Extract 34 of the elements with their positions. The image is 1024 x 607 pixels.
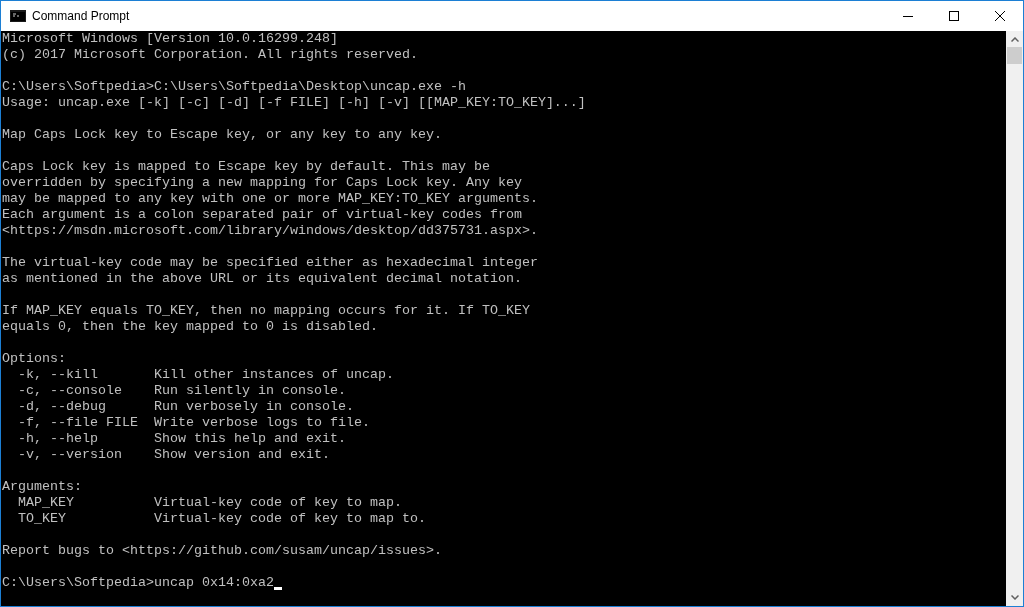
close-icon — [995, 11, 1005, 21]
console-line: Usage: uncap.exe [-k] [-c] [-d] [-f FILE] [-h] [-v] [[MAP_KEY:TO_KEY]...] — [2, 95, 586, 111]
console-line: Caps Lock key is mapped to Escape key by default. This may be — [2, 159, 490, 175]
command-prompt-line[interactable]: C:\Users\Softpedia>uncap 0x14:0xa2 — [2, 575, 274, 591]
console-line: -k, --kill Kill other instances of uncap. — [17, 367, 394, 383]
scrollbar[interactable] — [1006, 31, 1023, 606]
console-line: Microsoft Windows [Version 10.0.16299.248] — [2, 31, 338, 47]
maximize-icon — [949, 11, 959, 21]
minimize-icon — [903, 15, 913, 17]
console-line: overridden by specifying a new mapping for Caps Lock key. Any key — [2, 175, 522, 191]
console-line: If MAP_KEY equals TO_KEY, then no mapping occurs for it. If TO_KEY — [2, 303, 530, 319]
console-line: -f, --file FILE Write verbose logs to file. — [17, 415, 370, 431]
console-line: -v, --version Show version and exit. — [17, 447, 330, 463]
console-line: equals 0, then the key mapped to 0 is disabled. — [2, 319, 378, 335]
console-line: may be mapped to any key with one or more MAP_KEY:TO_KEY arguments. — [2, 191, 538, 207]
console-line: as mentioned in the above URL or its equivalent decimal notation. — [2, 271, 522, 287]
console-line: (c) 2017 Microsoft Corporation. All rights reserved. — [2, 47, 418, 63]
console-line: The virtual-key code may be specified either as hexadecimal integer — [2, 255, 538, 271]
console-line: Report bugs to <https://github.com/susam/uncap/issues>. — [2, 543, 442, 559]
console-line: -d, --debug Run verbosely in console. — [17, 399, 354, 415]
console-line: -c, --console Run silently in console. — [17, 383, 346, 399]
console-line: Options: — [2, 351, 66, 367]
console-line: <https://msdn.microsoft.com/library/windows/desktop/dd375731.aspx>. — [2, 223, 538, 239]
text-cursor — [273, 587, 282, 590]
console-line: TO_KEY Virtual-key code of key to map to. — [17, 511, 426, 527]
console-line: Map Caps Lock key to Escape key, or any key to any key. — [2, 127, 442, 143]
window-title: Command Prompt — [32, 8, 130, 25]
console-line: Each argument is a colon separated pair of virtual-key codes from — [2, 207, 522, 223]
scrollbar-thumb[interactable] — [1007, 47, 1022, 64]
console-icon — [10, 10, 26, 22]
console-line: C:\Users\Softpedia>C:\Users\Softpedia\Desktop\uncap.exe -h — [2, 79, 466, 95]
console-line: -h, --help Show this help and exit. — [17, 431, 346, 447]
console-line: Arguments: — [2, 479, 82, 495]
console-line: MAP_KEY Virtual-key code of key to map. — [17, 495, 402, 511]
